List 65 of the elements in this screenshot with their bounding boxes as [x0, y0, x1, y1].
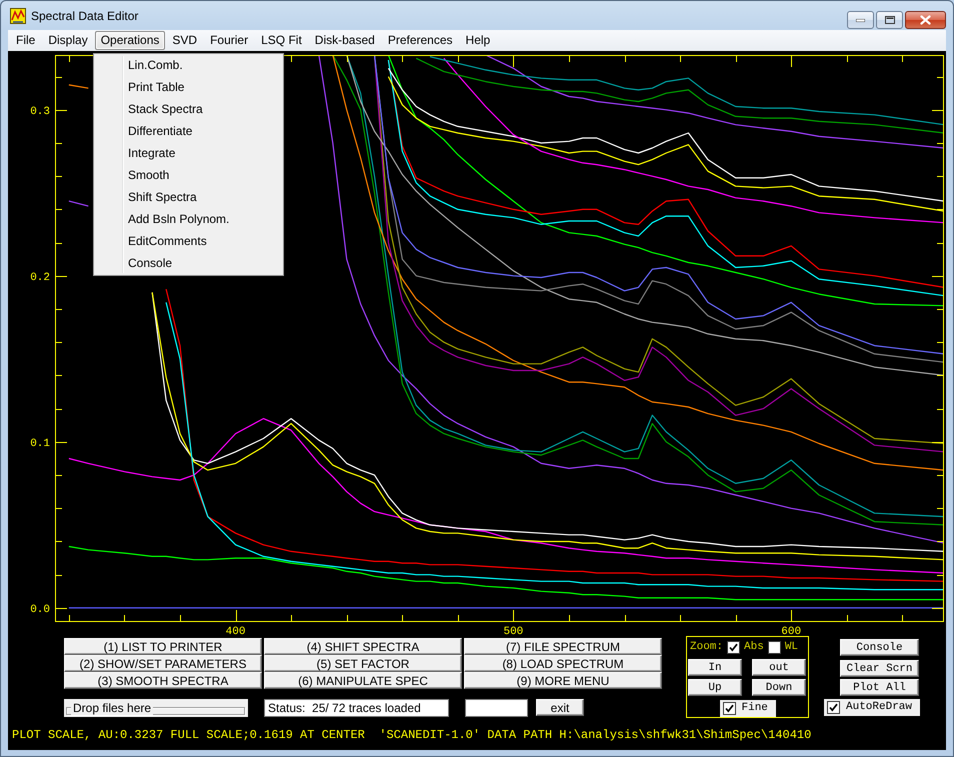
- axis-tick-label: 0.1: [30, 438, 50, 450]
- menu-bar-item[interactable]: LSQ Fit: [255, 31, 308, 50]
- menu-bar-item[interactable]: Help: [460, 31, 496, 50]
- close-icon: [920, 15, 931, 25]
- menu-bar-item[interactable]: Disk-based: [308, 31, 381, 50]
- menu-item[interactable]: Print Table: [96, 76, 281, 98]
- zoom-button[interactable]: Down: [752, 679, 806, 696]
- minimize-button[interactable]: [847, 11, 874, 29]
- command-button[interactable]: (4) SHIFT SPECTRA: [264, 638, 462, 655]
- axis-tick-label: 0.0: [30, 604, 50, 616]
- axis-tick-label: 0.3: [30, 106, 50, 118]
- checkbox-label: Abs: [744, 640, 764, 655]
- drop-zone-label: Drop files here: [71, 701, 154, 715]
- zoom-button[interactable]: out: [752, 659, 806, 676]
- maximize-button[interactable]: [876, 11, 903, 29]
- zoom-button[interactable]: In: [688, 659, 742, 676]
- axis-tick-label: 0.2: [30, 272, 50, 284]
- checkbox[interactable]: [768, 640, 781, 654]
- window-title: Spectral Data Editor: [31, 8, 138, 24]
- menu-item[interactable]: Lin.Comb.: [96, 54, 281, 76]
- side-button[interactable]: Clear Scrn: [840, 660, 919, 677]
- app-icon: [10, 8, 26, 24]
- command-button[interactable]: (9) MORE MENU: [464, 672, 662, 689]
- menu-bar-item[interactable]: Display: [42, 31, 94, 50]
- drop-zone[interactable]: Drop files here: [64, 699, 248, 717]
- menu-item[interactable]: EditComments: [96, 230, 281, 252]
- menu-bar-item[interactable]: Preferences: [382, 31, 459, 50]
- menu-bar-item[interactable]: File: [10, 31, 42, 50]
- side-button[interactable]: Console: [840, 639, 919, 656]
- minimize-icon: [856, 18, 865, 22]
- command-button[interactable]: (1) LIST TO PRINTER: [64, 638, 262, 655]
- menu-item[interactable]: Console: [96, 252, 281, 274]
- zoom-label: Zoom:: [690, 640, 724, 655]
- checkbox[interactable]: [827, 701, 840, 714]
- input-field[interactable]: [465, 699, 528, 717]
- status-field: Status: 25/ 72 traces loaded: [264, 699, 449, 717]
- menu-bar-item[interactable]: SVD: [166, 31, 204, 50]
- command-button[interactable]: (5) SET FACTOR: [264, 655, 462, 672]
- menu-item[interactable]: Stack Spectra: [96, 98, 281, 120]
- command-button[interactable]: (7) FILE SPECTRUM: [464, 638, 662, 655]
- close-button[interactable]: [905, 11, 946, 29]
- command-button[interactable]: (6) MANIPULATE SPEC: [264, 672, 462, 689]
- axis-tick-label: 400: [226, 626, 246, 637]
- auto-redraw-checkbox[interactable]: AutoReDraw: [824, 699, 920, 716]
- side-button[interactable]: Plot All: [840, 679, 919, 696]
- axis-tick-label: 600: [781, 626, 802, 637]
- menu-bar-item[interactable]: Fourier: [204, 31, 254, 50]
- zoom-button[interactable]: Up: [688, 679, 742, 696]
- fine-checkbox[interactable]: Fine: [720, 700, 776, 717]
- axis-tick-label: 500: [503, 626, 524, 637]
- command-button[interactable]: (8) LOAD SPECTRUM: [464, 655, 662, 672]
- exit-button[interactable]: exit: [536, 699, 584, 716]
- status-line: PLOT SCALE, AU:0.3237 FULL SCALE;0.1619 AT CENTER 'SCANEDIT-1.0' DATA PATH H:\analysis\shfwk31\ShimSpec\140410: [11, 728, 812, 742]
- menu-item[interactable]: Shift Spectra: [96, 186, 281, 208]
- menu-item[interactable]: Smooth: [96, 164, 281, 186]
- menu-item[interactable]: Integrate: [96, 142, 281, 164]
- checkbox-label: WL: [784, 640, 798, 655]
- menu-item[interactable]: Add Bsln Polynom.: [96, 208, 281, 230]
- command-button[interactable]: (2) SHOW/SET PARAMETERS: [64, 655, 262, 672]
- checkbox[interactable]: [727, 640, 740, 654]
- menu-bar-item[interactable]: Operations: [94, 31, 166, 50]
- maximize-icon: [884, 16, 894, 24]
- checkbox[interactable]: [722, 702, 736, 715]
- command-button[interactable]: (3) SMOOTH SPECTRA: [64, 672, 262, 689]
- menu-item[interactable]: Differentiate: [96, 120, 281, 142]
